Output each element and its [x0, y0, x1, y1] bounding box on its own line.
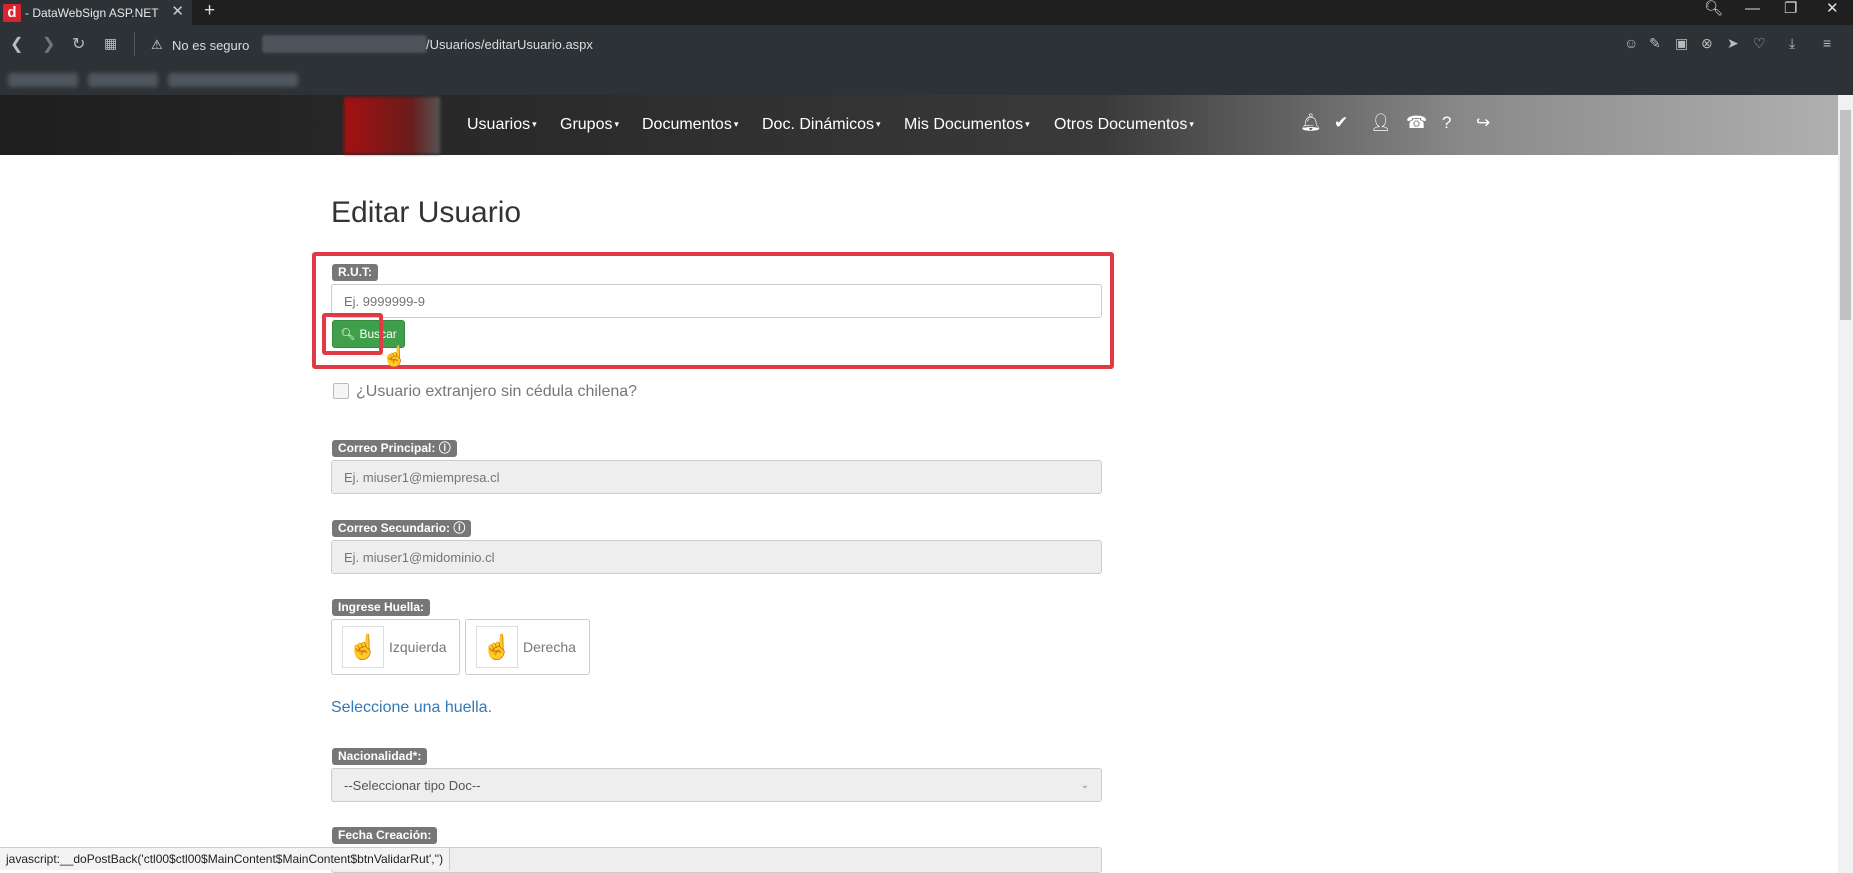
menu-mis-documentos[interactable]: Mis Documentos ▾	[904, 116, 1030, 134]
security-label[interactable]: No es seguro	[172, 38, 249, 53]
finger-icon: ☝	[342, 626, 384, 668]
menu-doc-dinamicos[interactable]: Doc. Dinámicos ▾	[762, 116, 881, 134]
caret-down-icon: ▾	[614, 119, 619, 130]
menu-label: Mis Documentos	[904, 116, 1024, 133]
logout-icon[interactable]: ↪	[1476, 113, 1490, 133]
status-bar: javascript:__doPostBack('ctl00$ctl00$Mai…	[0, 847, 451, 870]
menu-label: Doc. Dinámicos	[762, 116, 875, 133]
block-icon[interactable]: ⊗	[1701, 35, 1713, 52]
menu-grupos[interactable]: Grupos ▾	[560, 116, 619, 134]
buscar-highlight-box	[322, 313, 383, 355]
tabs-grid-icon[interactable]: ▦	[104, 35, 117, 52]
forward-icon[interactable]: ❯	[42, 34, 55, 54]
correo-secundario-input[interactable]	[331, 540, 1102, 574]
bookmark-item[interactable]	[88, 73, 158, 87]
nacionalidad-selected: --Seleccionar tipo Doc--	[344, 777, 481, 793]
caret-down-icon: ▾	[876, 119, 881, 130]
restore-icon[interactable]: ❐	[1784, 0, 1797, 18]
huella-izquierda-button[interactable]: ☝ Izquierda	[331, 619, 460, 675]
edit-icon[interactable]: ✎	[1649, 35, 1661, 52]
download-icon[interactable]: ⤓	[1789, 35, 1795, 52]
correo-principal-input[interactable]	[331, 460, 1102, 494]
info-icon[interactable]: ⓘ	[453, 521, 465, 535]
finger-icon: ☝	[476, 626, 518, 668]
menu-otros-documentos[interactable]: Otros Documentos ▾	[1054, 116, 1194, 134]
bell-icon[interactable]: 🔔︎	[1300, 113, 1322, 133]
tab-title: - DataWebSign ASP.NET	[25, 5, 159, 20]
hand-cursor-icon: ☝	[382, 346, 407, 368]
scrollbar-thumb[interactable]	[1840, 110, 1851, 320]
huella-derecha-button[interactable]: ☝ Derecha	[465, 619, 590, 675]
new-tab-button[interactable]: +	[204, 0, 215, 22]
warning-icon[interactable]: ⚠	[151, 37, 163, 53]
camera-icon[interactable]: ▣	[1675, 35, 1688, 52]
window-close-icon[interactable]: ✕	[1826, 0, 1839, 18]
nacionalidad-label: Nacionalidad*:	[332, 748, 428, 765]
bookmark-item[interactable]	[8, 73, 78, 87]
site-favicon-icon: d	[3, 3, 21, 22]
menu-documentos[interactable]: Documentos ▾	[642, 116, 738, 134]
url-path[interactable]: /Usuarios/editarUsuario.aspx	[426, 37, 593, 52]
label-text: Correo Principal:	[338, 441, 436, 455]
url-host-blurred[interactable]	[262, 35, 427, 53]
caret-down-icon: ▾	[532, 119, 537, 130]
menu-label: Documentos	[642, 116, 732, 133]
browser-tab-bar	[0, 0, 1853, 25]
help-icon[interactable]: ?	[1442, 113, 1451, 133]
rut-input[interactable]	[331, 284, 1102, 318]
phone-icon[interactable]: ☎	[1406, 113, 1427, 133]
page-title: Editar Usuario	[331, 196, 522, 229]
address-separator	[134, 32, 135, 56]
back-icon[interactable]: ❮	[10, 34, 23, 54]
correo-secundario-label: Correo Secundario: ⓘ	[332, 520, 472, 537]
menu-icon[interactable]: ≡	[1823, 35, 1831, 51]
huella-derecha-label: Derecha	[523, 639, 576, 655]
chevron-down-icon: ⌄	[1080, 779, 1089, 791]
reload-icon[interactable]: ↻	[72, 34, 85, 54]
minimize-icon[interactable]: —	[1745, 0, 1760, 18]
caret-down-icon: ▾	[733, 119, 739, 130]
fecha-creacion-label: Fecha Creación:	[332, 827, 438, 844]
caret-down-icon: ▾	[1025, 119, 1030, 130]
menu-label: Usuarios	[467, 116, 531, 133]
caret-down-icon: ▾	[1189, 119, 1194, 130]
info-icon[interactable]: ⓘ	[439, 441, 451, 455]
huella-izquierda-label: Izquierda	[389, 639, 447, 655]
bookmark-item[interactable]	[168, 73, 298, 87]
send-icon[interactable]: ➤	[1727, 35, 1739, 52]
menu-usuarios[interactable]: Usuarios ▾	[467, 116, 537, 134]
label-text: Correo Secundario:	[338, 521, 451, 535]
user-icon[interactable]: 👤︎	[1370, 113, 1392, 133]
tab-close-icon[interactable]: ✕	[171, 2, 184, 20]
menu-label: Grupos	[560, 116, 613, 133]
extranjero-label: ¿Usuario extranjero sin cédula chilena?	[356, 383, 638, 400]
heart-icon[interactable]: ♡	[1753, 35, 1766, 52]
correo-principal-label: Correo Principal: ⓘ	[332, 440, 457, 457]
emoji-icon[interactable]: ☺	[1624, 35, 1638, 51]
nacionalidad-select[interactable]: --Seleccionar tipo Doc-- ⌄	[331, 768, 1102, 802]
extranjero-checkbox[interactable]	[333, 383, 349, 399]
check-icon[interactable]: ✔	[1334, 113, 1348, 133]
browser-tab[interactable]: d - DataWebSign ASP.NET ✕	[0, 0, 192, 25]
site-logo[interactable]	[344, 97, 440, 154]
menu-label: Otros Documentos	[1054, 116, 1188, 133]
huella-prompt: Seleccione una huella.	[331, 699, 493, 716]
rut-label: R.U.T:	[332, 264, 378, 281]
search-tabs-icon[interactable]: 🔍︎	[1704, 0, 1723, 18]
huella-label: Ingrese Huella:	[332, 599, 431, 616]
